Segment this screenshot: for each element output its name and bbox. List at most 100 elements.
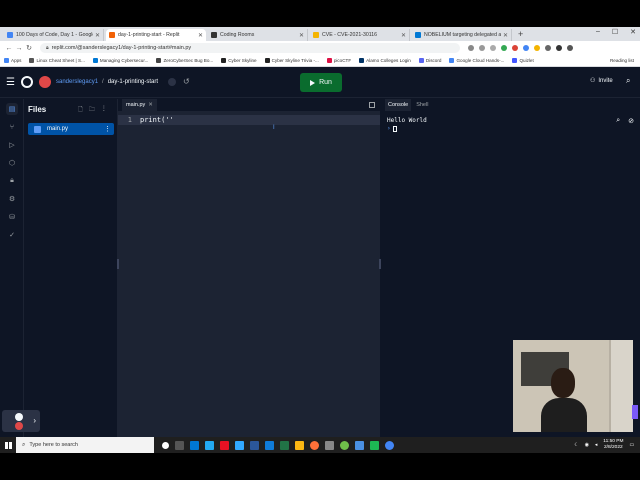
explorer-icon[interactable] <box>295 440 304 450</box>
new-tab-button[interactable]: + <box>518 29 523 41</box>
extension-icon[interactable] <box>468 45 474 51</box>
run-button[interactable]: Run <box>300 73 342 92</box>
acrobat-icon[interactable] <box>220 440 229 450</box>
code-text[interactable]: print('' <box>140 116 174 124</box>
excel-icon[interactable] <box>280 440 289 450</box>
browser-tab[interactable]: Coding Rooms ✕ <box>208 29 308 41</box>
checkmark-icon[interactable]: ✓ <box>6 229 18 241</box>
split-pane-icon[interactable] <box>369 102 375 108</box>
bookmark[interactable]: ZeroCyberSec Bug Bo... <box>156 58 213 63</box>
invite-button[interactable]: ⚇ Invite <box>590 77 613 85</box>
puzzle-icon[interactable] <box>545 45 551 51</box>
bookmark[interactable]: Quizlet <box>512 58 534 63</box>
bookmark-apps[interactable]: Apps <box>4 58 21 63</box>
cortana-icon[interactable] <box>162 441 169 449</box>
forward-icon[interactable]: → <box>14 45 24 52</box>
code-line[interactable]: 1 print('' <box>118 115 380 125</box>
notifications-icon[interactable]: ▭ <box>629 443 634 448</box>
tab-console[interactable]: Console <box>385 99 412 111</box>
vscode-icon[interactable] <box>205 440 214 450</box>
editor-tab-main-py[interactable]: main.py ✕ <box>122 99 157 111</box>
edge-icon[interactable] <box>265 440 274 450</box>
app-icon[interactable] <box>355 440 364 450</box>
username-link[interactable]: sanderslegacy1 <box>56 79 98 85</box>
extension-icon[interactable] <box>512 45 518 51</box>
history-icon[interactable]: ↺ <box>183 77 190 86</box>
back-icon[interactable]: ← <box>4 45 14 52</box>
close-icon[interactable]: ✕ <box>401 32 406 39</box>
browser-tab[interactable]: CVE - CVE-2021-30116 ✕ <box>310 29 410 41</box>
settings-gear-icon[interactable]: ⚙ <box>6 193 18 205</box>
clock[interactable]: 11:50 PM 2/8/2022 <box>603 439 623 451</box>
record-icon[interactable] <box>15 422 23 430</box>
clear-console-icon[interactable]: ⊘ <box>628 117 634 125</box>
reading-list[interactable]: Reading list <box>610 58 634 63</box>
bookmark[interactable]: Alamo Colleges Login <box>359 58 411 63</box>
profile-avatar[interactable] <box>556 45 562 51</box>
app-icon[interactable] <box>370 440 379 450</box>
more-options-icon[interactable]: ⋮ <box>101 105 107 115</box>
close-icon[interactable]: ✕ <box>503 32 508 39</box>
firefox-icon[interactable] <box>310 440 319 450</box>
browser-tab[interactable]: 100 Days of Code, Day 1 - Google ✕ <box>4 29 104 41</box>
browser-tab[interactable]: NOBELIUM targeting delegated ad ✕ <box>412 29 512 41</box>
url-field[interactable]: 🔒︎ replit.com/@sanderslegacy1/day-1-prin… <box>40 43 460 53</box>
pause-icon[interactable] <box>15 413 23 421</box>
browser-tab-active[interactable]: day-1-printing-start - Replit ✕ <box>106 29 206 41</box>
repl-name[interactable]: day-1-printing-start <box>108 79 158 85</box>
app-icon[interactable] <box>340 440 349 450</box>
maximize-icon[interactable]: ☐ <box>612 28 618 36</box>
word-icon[interactable] <box>250 440 259 450</box>
close-icon[interactable]: ✕ <box>198 32 203 39</box>
close-icon[interactable]: ✕ <box>299 32 304 39</box>
star-icon[interactable] <box>490 45 496 51</box>
search-icon[interactable]: ⌕ <box>626 76 630 86</box>
hamburger-menu-icon[interactable]: ☰ <box>6 77 15 88</box>
bookmark[interactable]: picoCTF <box>326 58 351 63</box>
app-icon[interactable] <box>190 440 199 450</box>
minimize-icon[interactable]: – <box>596 28 600 36</box>
bookmark[interactable]: Cyber Skyline Trivia -... <box>264 58 319 63</box>
windows-start-icon[interactable] <box>0 437 16 453</box>
file-item-main-py[interactable]: main.py ⋮ <box>28 123 114 135</box>
chrome-icon[interactable] <box>385 440 394 450</box>
tab-shell[interactable]: Shell <box>413 99 431 111</box>
task-view-icon[interactable] <box>175 440 184 450</box>
extension-icon[interactable] <box>501 45 507 51</box>
replit-logo[interactable] <box>21 76 33 88</box>
taskbar-search[interactable]: ⌕ Type here to search <box>16 437 154 453</box>
new-file-icon[interactable]: 🗋︎ <box>78 105 83 115</box>
version-control-icon[interactable]: ⑂ <box>6 121 18 133</box>
side-widget-tab[interactable] <box>632 405 638 419</box>
weather-icon[interactable]: ☾ <box>574 443 578 448</box>
app-icon[interactable] <box>325 440 334 450</box>
bookmark[interactable]: Google Cloud Hands-... <box>449 58 504 63</box>
close-icon[interactable]: ✕ <box>95 32 100 39</box>
reload-icon[interactable]: ↻ <box>24 44 34 52</box>
database-icon[interactable]: ⛁ <box>6 211 18 223</box>
debugger-icon[interactable]: ▷ <box>6 139 18 151</box>
extension-icon[interactable] <box>523 45 529 51</box>
bookmark[interactable]: Linux Cheat Sheet | S... <box>29 58 85 63</box>
bookmark[interactable]: Discord <box>418 58 441 63</box>
secrets-lock-icon[interactable]: 🔒︎ <box>6 175 18 187</box>
network-icon[interactable]: ◉ <box>585 443 589 448</box>
search-icon[interactable]: ⌕ <box>616 117 620 125</box>
menu-dots-icon[interactable] <box>567 45 573 51</box>
files-icon[interactable]: ▤ <box>6 103 18 115</box>
user-avatar[interactable] <box>39 76 51 88</box>
pane-divider-handle[interactable] <box>117 259 119 269</box>
close-icon[interactable]: ✕ <box>148 102 153 108</box>
bookmark[interactable]: Managing Cybersecur... <box>92 58 148 63</box>
chevron-right-icon[interactable]: › <box>33 416 36 425</box>
console-prompt[interactable]: › <box>387 125 397 132</box>
close-window-icon[interactable]: ✕ <box>630 28 636 36</box>
photoshop-icon[interactable] <box>235 440 244 450</box>
bookmark[interactable]: Cyber Skyline <box>221 58 257 63</box>
extension-icon[interactable] <box>534 45 540 51</box>
more-options-icon[interactable]: ⋮ <box>104 125 111 133</box>
code-editor[interactable]: main.py ✕ 1 print('' I <box>118 99 380 437</box>
recording-controls[interactable]: › <box>2 410 40 432</box>
volume-icon[interactable]: ◂ <box>595 443 597 448</box>
new-folder-icon[interactable]: 🗀︎ <box>89 105 95 115</box>
